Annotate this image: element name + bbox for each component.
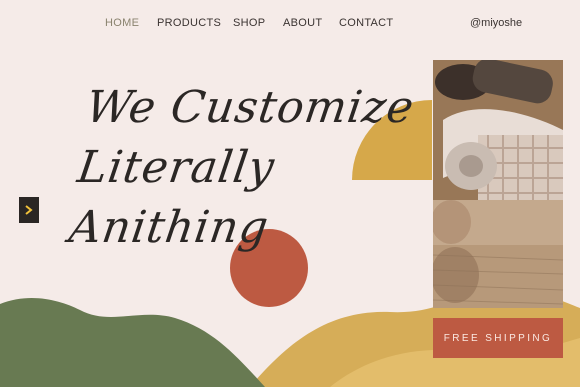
fabric-rolls-image [433,60,563,308]
hero-headline: We Customize Literally Anithing [65,78,418,258]
headline-line-3: Anithing [66,202,273,253]
headline-line-2: Literally [74,142,278,193]
chevron-right-icon [25,205,33,215]
nav-about-link[interactable]: ABOUT [283,17,322,29]
next-slide-button[interactable] [19,197,39,223]
nav-contact-link[interactable]: CONTACT [339,17,393,29]
social-handle[interactable]: @miyoshe [470,17,522,29]
nav-shop-link[interactable]: SHOP [233,17,265,29]
nav-products-link[interactable]: PRODUCTS [157,17,221,29]
headline-line-1: We Customize [82,82,418,133]
nav-home-link[interactable]: HOME [105,17,139,29]
free-shipping-button[interactable]: FREE SHIPPING [433,318,563,358]
olive-hill [0,297,265,387]
